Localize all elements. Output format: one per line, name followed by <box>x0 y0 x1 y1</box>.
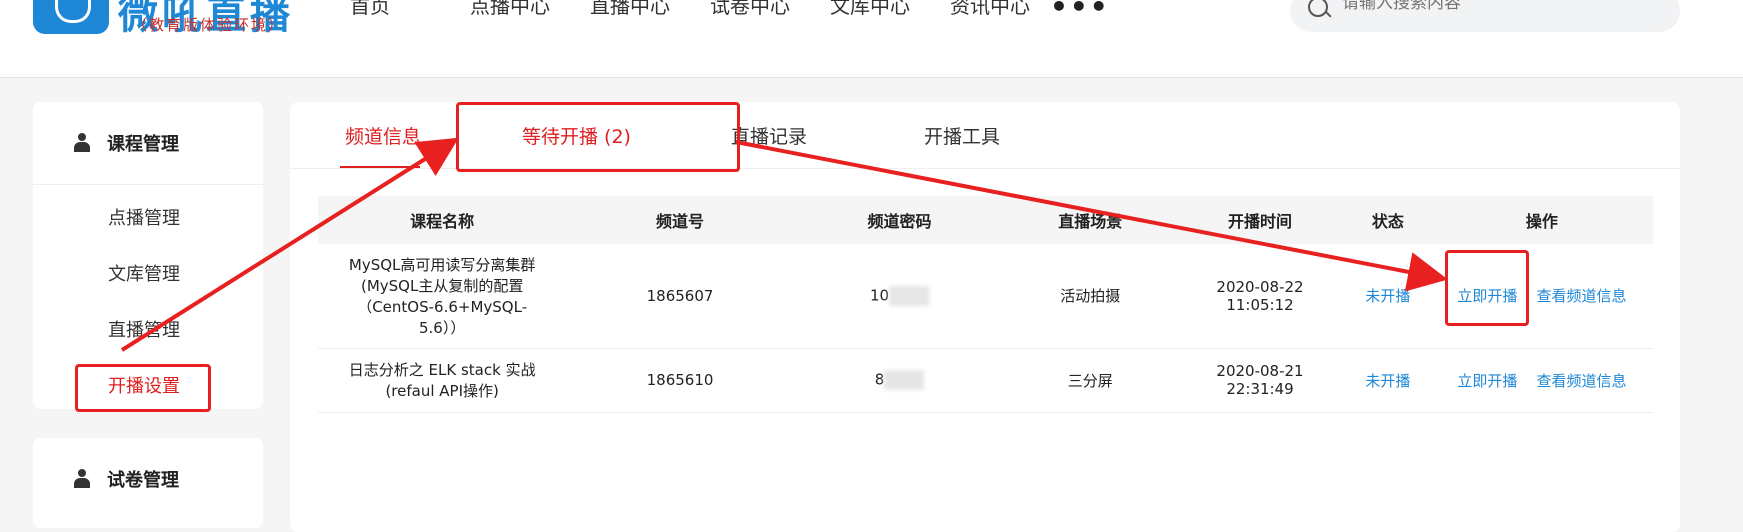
tab-channel-info[interactable]: 频道信息 <box>345 122 421 149</box>
sidebar-section-header[interactable]: 试卷管理 <box>33 438 263 520</box>
nav-exam-center[interactable]: 试卷中心 <box>710 0 830 19</box>
live-scene-cell: 活动拍摄 <box>1005 244 1176 349</box>
sidebar-section-header[interactable]: 课程管理 <box>33 102 263 185</box>
sidebar-section-title: 试卷管理 <box>107 470 179 491</box>
redacted-blur <box>889 285 930 306</box>
redacted-blur <box>884 370 925 390</box>
live-scene-cell: 三分屏 <box>1005 348 1176 413</box>
table-row: 日志分析之 ELK stack 实战 (refaul API操作) 186561… <box>318 348 1653 413</box>
person-icon <box>73 469 91 489</box>
status-cell: 未开播 <box>1344 244 1431 349</box>
annotation-box-waiting-tab <box>456 102 740 172</box>
view-channel-info-link[interactable]: 查看频道信息 <box>1536 372 1626 390</box>
col-channel-password: 频道密码 <box>867 212 932 231</box>
course-name-cell: 日志分析之 ELK stack 实战 (refaul API操作) <box>318 348 567 413</box>
sidebar-item-library[interactable]: 文库管理 <box>108 260 180 286</box>
search-icon[interactable] <box>1308 0 1328 17</box>
channel-password-cell: 10 <box>793 244 1006 349</box>
tab-broadcast-tools[interactable]: 开播工具 <box>924 122 1000 149</box>
sidebar-item-vod[interactable]: 点播管理 <box>108 204 180 230</box>
col-live-scene: 直播场景 <box>1058 212 1123 231</box>
nav-live-center[interactable]: 直播中心 <box>590 0 710 19</box>
view-channel-info-link[interactable]: 查看频道信息 <box>1536 287 1626 305</box>
top-header: 微吼直播 （教育版体验环境） 首页 点播中心 直播中心 试卷中心 文库中心 资讯… <box>0 0 1743 78</box>
logo-icon[interactable] <box>33 0 109 34</box>
search-input[interactable] <box>1340 0 1664 14</box>
course-name-cell: MySQL高可用读写分离集群 (MySQL主从复制的配置 （CentOS-6.6… <box>318 244 567 349</box>
sidebar-section-title: 课程管理 <box>107 134 179 155</box>
sidebar-item-live[interactable]: 直播管理 <box>108 316 180 342</box>
channel-number-cell: 1865607 <box>566 244 794 349</box>
col-channel-number: 频道号 <box>656 212 705 231</box>
annotation-box-start-now <box>1445 250 1529 326</box>
start-now-link[interactable]: 立即开播 <box>1457 372 1517 390</box>
broadcast-time-cell: 2020-08-22 11:05:12 <box>1175 244 1345 349</box>
search-bar <box>1290 0 1680 32</box>
more-menu-icon[interactable]: ••• <box>1050 0 1110 23</box>
col-course-name: 课程名称 <box>410 212 475 231</box>
col-status: 状态 <box>1371 212 1404 231</box>
nav-library-center[interactable]: 文库中心 <box>830 0 950 19</box>
channel-number-cell: 1865610 <box>566 348 794 413</box>
nav-home[interactable]: 首页 <box>350 0 470 19</box>
col-broadcast-time: 开播时间 <box>1228 212 1293 231</box>
col-actions: 操作 <box>1525 212 1558 231</box>
sidebar-exam-management: 试卷管理 <box>33 438 263 528</box>
table-header-row: 课程名称 频道号 频道密码 直播场景 开播时间 状态 操作 <box>318 196 1653 244</box>
sidebar-course-management: 课程管理 点播管理 文库管理 直播管理 开播设置 <box>33 102 263 409</box>
tab-live-records[interactable]: 直播记录 <box>731 122 807 149</box>
person-icon <box>73 133 91 153</box>
channel-password-cell: 8 <box>793 348 1006 413</box>
nav-vod-center[interactable]: 点播中心 <box>470 0 590 19</box>
top-nav: 首页 点播中心 直播中心 试卷中心 文库中心 资讯中心 <box>350 0 1070 19</box>
broadcast-time-cell: 2020-08-21 22:31:49 <box>1175 348 1345 413</box>
annotation-box-settings <box>75 364 211 412</box>
logo-subtitle: （教育版体验环境） <box>132 16 286 34</box>
actions-cell: 立即开播 查看频道信息 <box>1430 348 1653 413</box>
active-tab-underline <box>340 166 420 168</box>
status-cell: 未开播 <box>1344 348 1431 413</box>
